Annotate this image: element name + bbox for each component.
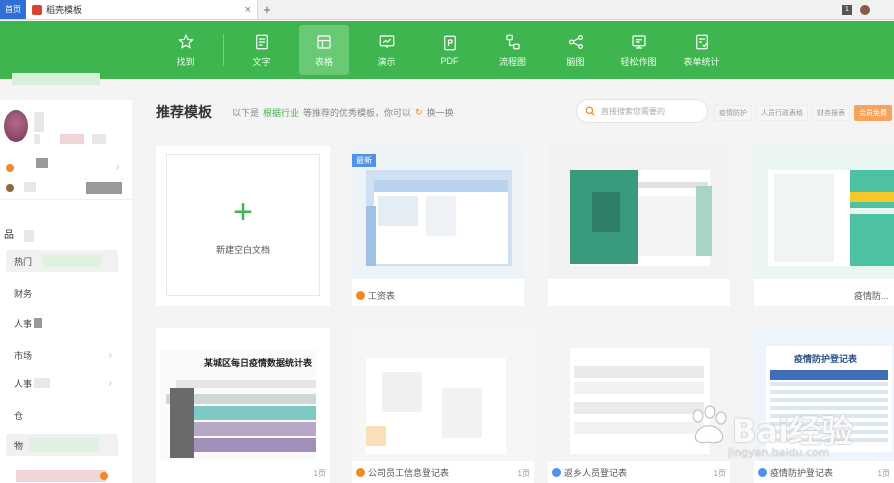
template-thumbnail: [352, 328, 534, 461]
nav-item-writer[interactable]: 文字: [230, 25, 293, 75]
sidebar-item-personnel[interactable]: 人事 ›: [6, 372, 118, 394]
plus-icon: +: [233, 192, 253, 231]
browser-tab-bar: 首页 稻壳模板 × + 1: [0, 0, 894, 20]
tag-epidemic[interactable]: 疫情防护: [714, 105, 752, 121]
template-thumbnail: 某城区每日疫情数据统计表: [156, 328, 330, 461]
recommend-description: 以下是 根据行业 等推荐的优秀模板，你可以 ↻ 换一换: [232, 106, 454, 119]
swap-button[interactable]: 换一换: [427, 106, 454, 119]
add-tab-button[interactable]: +: [258, 0, 276, 19]
template-thumbnail: [352, 146, 524, 279]
nav-item-presentation[interactable]: 演示: [355, 25, 418, 75]
sidebar-item-market[interactable]: 市场 ›: [6, 344, 118, 366]
document-icon: [255, 34, 268, 49]
template-card-epidemic[interactable]: 疫情防...: [754, 146, 894, 306]
tag-hr-admin[interactable]: 人员行政表格: [756, 105, 808, 121]
tab-label: 稻壳模板: [46, 5, 83, 15]
template-card-salary[interactable]: 最新 工资表: [352, 146, 524, 306]
template-format-icon: [356, 468, 365, 477]
chevron-right-icon: ›: [108, 349, 112, 361]
window-controls: 1: [842, 0, 894, 19]
search-icon: [585, 106, 595, 116]
app-type-toolbar: 找到 文字 表格 演示 PDF 流程图 脑图 轻松作图 表单统计: [0, 21, 894, 79]
app-type-nav: 找到 文字 表格 演示 PDF 流程图 脑图 轻松作图 表单统计: [154, 25, 733, 75]
template-format-icon: [552, 468, 561, 477]
user-profile-panel: ›: [0, 100, 132, 200]
member-icon: [6, 184, 14, 192]
flame-icon: [100, 472, 108, 480]
template-search[interactable]: 直接搜索您需要的: [576, 99, 708, 123]
sidebar-item-logistics[interactable]: 物: [6, 434, 118, 456]
wps-logo-icon: [32, 4, 42, 15]
industry-link[interactable]: 根据行业: [263, 106, 299, 119]
template-card-daily-stats[interactable]: 某城区每日疫情数据统计表 1页: [156, 328, 330, 483]
search-input[interactable]: 直接搜索您需要的: [601, 106, 665, 117]
nav-item-drawing[interactable]: 轻松作图: [607, 25, 670, 75]
mindmap-icon: [568, 34, 583, 49]
chevron-right-icon: ›: [108, 377, 112, 389]
nav-item-pdf[interactable]: PDF: [418, 25, 481, 75]
category-title: 品: [4, 230, 14, 241]
paw-logo-icon: [692, 405, 727, 444]
left-sidebar: › 品 热门 财务 人事 市场 › 人事 › 仓 物: [0, 100, 132, 483]
sidebar-item-hr[interactable]: 人事: [6, 312, 118, 334]
nav-item-find[interactable]: 找到: [154, 25, 217, 75]
flowchart-icon: [505, 34, 520, 49]
star-icon: [177, 33, 194, 49]
home-tab[interactable]: 首页: [0, 0, 26, 19]
new-blank-label: 新建空白文档: [215, 244, 270, 255]
sheet-title: 疫情防护登记表: [794, 354, 858, 364]
search-tags: 疫情防护 人员行政表格 财务报表 会员免费: [714, 105, 892, 121]
template-card-staff-info[interactable]: 公司员工信息登记表 1页: [352, 328, 534, 483]
nav-item-mindmap[interactable]: 脑图: [544, 25, 607, 75]
vip-icon: [6, 164, 14, 172]
user-avatar-small[interactable]: [860, 4, 870, 15]
sidebar-item-hot[interactable]: 热门: [6, 250, 118, 272]
nav-item-spreadsheet[interactable]: 表格: [299, 25, 349, 75]
template-format-icon: [356, 291, 365, 300]
new-blank-document-card[interactable]: + 新建空白文档: [156, 146, 330, 306]
new-badge: 最新: [352, 154, 376, 167]
template-thumbnail: [548, 146, 730, 279]
page-title: 推荐模板: [156, 104, 212, 120]
sidebar-item-finance[interactable]: 财务: [6, 282, 118, 304]
chevron-right-icon[interactable]: ›: [116, 162, 119, 173]
watermark-url: jingyan.baidu.com: [728, 446, 830, 459]
baidu-watermark: Bai经验 jingyan.baidu.com: [680, 400, 890, 480]
refresh-icon[interactable]: ↻: [415, 107, 423, 118]
tag-finance[interactable]: 财务报表: [812, 105, 850, 121]
tab-template[interactable]: 稻壳模板 ×: [26, 0, 258, 19]
table-icon: [317, 34, 331, 49]
presentation-icon: [379, 34, 394, 48]
window-count-icon[interactable]: 1: [842, 4, 852, 15]
template-thumbnail: [754, 146, 894, 279]
nav-item-flowchart[interactable]: 流程图: [481, 25, 544, 75]
toolbar-decoration: [12, 73, 100, 85]
form-icon: [695, 34, 708, 49]
page-count: 1页: [313, 469, 326, 478]
template-card-green-sheet[interactable]: [548, 146, 730, 306]
sheet-title: 某城区每日疫情数据统计表: [204, 358, 313, 368]
nav-item-form[interactable]: 表单统计: [670, 25, 733, 75]
tag-member-free[interactable]: 会员免费: [854, 105, 892, 121]
pdf-icon: [443, 35, 456, 51]
drawing-icon: [631, 34, 646, 49]
avatar[interactable]: [4, 110, 28, 142]
close-icon[interactable]: ×: [245, 4, 251, 16]
nav-divider: [223, 34, 224, 66]
sidebar-item-warehouse[interactable]: 仓: [6, 404, 118, 426]
page-count: 1页: [517, 469, 530, 478]
